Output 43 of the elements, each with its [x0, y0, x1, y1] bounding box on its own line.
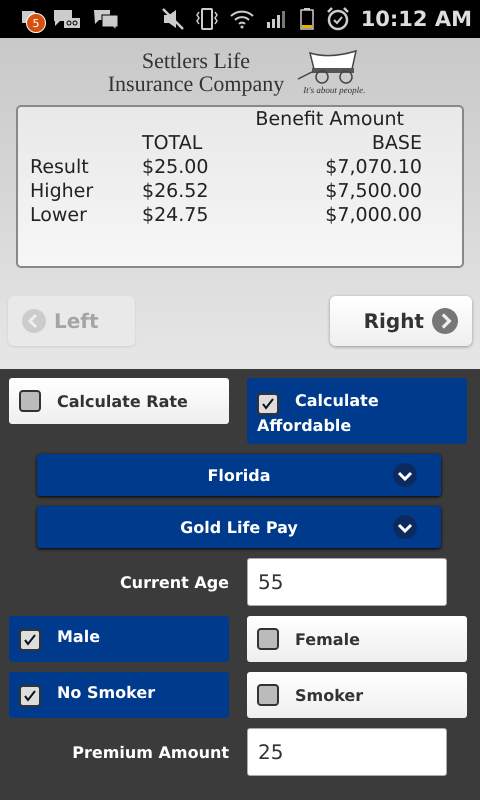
table-cell-text: $26.52	[142, 179, 210, 203]
checkbox-option[interactable]: Male	[9, 616, 229, 662]
battery-icon	[298, 7, 315, 31]
column-header: TOTAL	[142, 131, 204, 155]
checkmark-icon	[23, 633, 37, 647]
column-header: BASE	[370, 131, 422, 155]
dropdown[interactable]: Florida	[37, 454, 441, 496]
column-group-header: Benefit Amount	[254, 107, 405, 131]
dropdown[interactable]: Gold Life Pay	[37, 506, 441, 548]
chevron-down-icon	[393, 515, 417, 539]
row-label: Lower	[30, 203, 88, 227]
row-label: Result	[30, 155, 90, 179]
row-label: Higher	[30, 179, 94, 203]
table-cell-text: $25.00	[142, 155, 210, 179]
company-name: Settlers Life	[142, 48, 250, 72]
table-cell-text: $24.75	[142, 203, 210, 227]
clock-time: 10:12 AM	[360, 7, 472, 31]
chevron-right-icon	[432, 308, 458, 334]
checkbox-option[interactable]: No Smoker	[9, 672, 229, 718]
voicemail-icon	[52, 7, 82, 31]
checkbox-option[interactable]: Female	[247, 616, 467, 662]
alarm-icon	[324, 6, 351, 32]
input-field[interactable]: 55	[247, 558, 447, 606]
chevron-left-icon	[22, 309, 46, 333]
input-field[interactable]: 25	[247, 728, 447, 776]
table-cell: $7,500.00	[325, 179, 422, 203]
right-button[interactable]: Right	[330, 296, 472, 346]
tagline: It's about people.	[303, 85, 366, 95]
checkmark-icon	[23, 689, 37, 703]
checkmark-icon	[261, 397, 275, 411]
table-cell: $7,070.10	[325, 155, 422, 179]
checkbox-option[interactable]: Calculate Affordable	[247, 378, 467, 444]
chevron-down-icon	[393, 463, 417, 487]
table-cell: $7,000.00	[325, 203, 422, 227]
checkbox-option[interactable]: Calculate Rate	[9, 378, 229, 424]
vibrate-icon	[194, 7, 219, 31]
checkbox-option[interactable]: Smoker	[247, 672, 467, 718]
notification-badge: 5	[26, 13, 46, 33]
field-label: Premium Amount	[71, 742, 229, 762]
mute-icon	[160, 7, 185, 31]
field-label: Current Age	[118, 572, 229, 592]
company-name: Insurance Company	[108, 72, 284, 96]
chat-icon	[92, 7, 120, 31]
